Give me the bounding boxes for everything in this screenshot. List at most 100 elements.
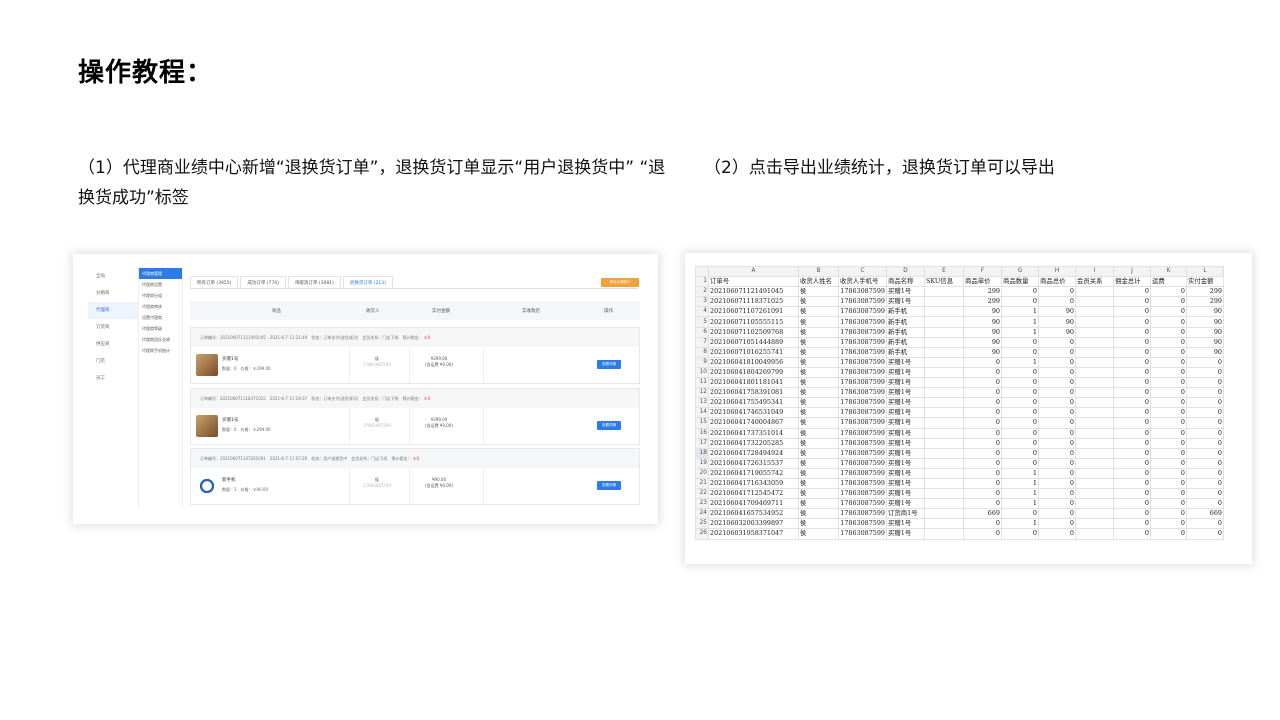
column-header[interactable]: L [1186, 265, 1224, 278]
sheet-cell[interactable]: 0 [1038, 346, 1076, 358]
sheet-cell[interactable]: 0 [1038, 417, 1076, 429]
sheet-cell[interactable] [924, 467, 964, 479]
sheet-cell[interactable]: 0 [963, 477, 1002, 490]
sheet-cell[interactable]: 0 [963, 377, 1002, 389]
menu-item-active[interactable]: 代理商 [88, 302, 138, 319]
row-number[interactable]: 3 [695, 296, 709, 308]
menu-item[interactable]: 订货商 [88, 319, 138, 336]
sheet-cell[interactable]: 0 [1113, 498, 1151, 510]
submenu-item[interactable]: 代理商团队业绩 [139, 334, 182, 345]
column-header[interactable]: H [1038, 265, 1076, 278]
sheet-cell[interactable]: 202106071107261091 [708, 306, 799, 318]
sheet-cell[interactable]: 0 [1186, 457, 1224, 469]
sheet-cell[interactable]: 新手机 [886, 346, 925, 358]
sheet-cell[interactable]: 202106041810049956 [708, 356, 799, 368]
sheet-cell[interactable]: 90 [1186, 336, 1224, 348]
sheet-cell[interactable] [1075, 417, 1114, 429]
sheet-cell[interactable]: 17863087599 [838, 498, 887, 510]
sheet-cell[interactable]: 0 [1113, 366, 1151, 379]
sheet-cell[interactable]: 0 [1150, 306, 1187, 318]
sheet-cell[interactable] [1075, 397, 1114, 409]
sheet-cell[interactable]: 0 [1001, 417, 1039, 429]
sheet-cell[interactable]: 侯 [798, 296, 839, 308]
sheet-cell[interactable]: 侯 [798, 498, 839, 510]
sheet-cell[interactable] [1075, 346, 1114, 358]
sheet-cell[interactable]: 0 [1150, 488, 1187, 500]
sheet-cell[interactable]: 商品名称 [886, 276, 925, 288]
column-header[interactable]: K [1150, 265, 1187, 278]
sheet-cell[interactable]: 17863087599 [838, 397, 887, 409]
sheet-cell[interactable]: 侯 [798, 377, 839, 389]
sheet-cell[interactable]: 202106041726315537 [708, 457, 799, 469]
view-detail-button[interactable]: 查看详情 [597, 481, 621, 490]
sheet-cell[interactable]: 299 [963, 286, 1002, 298]
sheet-cell[interactable]: 17863087599 [838, 296, 887, 308]
sheet-cell[interactable] [1075, 467, 1114, 479]
sheet-cell[interactable] [924, 316, 964, 328]
sheet-cell[interactable]: 侯 [798, 488, 839, 500]
sheet-cell[interactable]: 0 [1150, 437, 1187, 449]
sheet-cell[interactable]: 1 [1001, 498, 1039, 510]
row-number[interactable]: 8 [695, 346, 709, 358]
sheet-cell[interactable] [1075, 477, 1114, 490]
sheet-cell[interactable] [924, 528, 964, 540]
sheet-cell[interactable]: 0 [1113, 306, 1151, 318]
sheet-cell[interactable]: 0 [963, 387, 1002, 399]
sheet-cell[interactable]: 0 [1150, 377, 1187, 389]
sheet-cell[interactable]: 买赠1号 [886, 387, 925, 399]
sheet-cell[interactable]: 202106041728494924 [708, 447, 799, 459]
sheet-cell[interactable]: 202106041657534952 [708, 508, 799, 520]
sheet-cell[interactable]: 0 [1150, 477, 1187, 490]
sheet-cell[interactable]: 90 [963, 306, 1002, 318]
sheet-cell[interactable]: 0 [1186, 387, 1224, 399]
row-number[interactable]: 19 [695, 457, 709, 469]
sheet-cell[interactable]: 0 [1113, 356, 1151, 368]
sheet-cell[interactable]: 买赠1号 [886, 447, 925, 459]
sheet-cell[interactable]: 侯 [798, 437, 839, 449]
sheet-cell[interactable] [924, 518, 964, 530]
sheet-cell[interactable]: 买赠1号 [886, 477, 925, 490]
submenu-item[interactable]: 代理商分组 [139, 290, 182, 301]
sheet-cell[interactable]: 17863087599 [838, 306, 887, 318]
sheet-cell[interactable]: 202106071016255741 [708, 346, 799, 358]
sheet-cell[interactable]: 买赠1号 [886, 407, 925, 419]
row-number[interactable]: 25 [695, 518, 709, 530]
sheet-cell[interactable]: 0 [1001, 407, 1039, 419]
sheet-cell[interactable]: 90 [1186, 316, 1224, 328]
sheet-cell[interactable]: 0 [1113, 296, 1151, 308]
sheet-cell[interactable]: 202106032003399897 [708, 518, 799, 530]
sheet-cell[interactable]: 商品数量 [1001, 276, 1039, 288]
row-number[interactable]: 15 [695, 417, 709, 429]
sheet-cell[interactable]: 0 [1113, 417, 1151, 429]
sheet-cell[interactable] [1075, 356, 1114, 368]
sheet-cell[interactable]: 0 [1001, 366, 1039, 379]
sheet-cell[interactable]: 17863087599 [838, 377, 887, 389]
sheet-cell[interactable]: 侯 [798, 457, 839, 469]
column-header[interactable]: C [838, 265, 887, 278]
sheet-cell[interactable]: 0 [1186, 447, 1224, 459]
sheet-cell[interactable]: 侯 [798, 407, 839, 419]
menu-item[interactable]: 供应商 [88, 336, 138, 353]
menu-item[interactable]: 分销商 [88, 285, 138, 302]
sheet-cell[interactable] [1075, 508, 1114, 520]
sheet-cell[interactable]: 买赠1号 [886, 467, 925, 479]
sheet-cell[interactable]: 0 [1038, 467, 1076, 479]
column-header[interactable]: D [886, 265, 925, 278]
sheet-cell[interactable]: 侯 [798, 467, 839, 479]
sheet-cell[interactable] [924, 296, 964, 308]
row-number[interactable]: 9 [695, 356, 709, 368]
row-number[interactable]: 21 [695, 477, 709, 490]
sheet-cell[interactable]: 侯 [798, 356, 839, 368]
column-header[interactable]: G [1001, 265, 1039, 278]
sheet-cell[interactable]: 90 [963, 316, 1002, 328]
sheet-cell[interactable]: 17863087599 [838, 508, 887, 520]
sheet-cell[interactable]: 0 [1186, 477, 1224, 490]
sheet-cell[interactable]: 17863087599 [838, 518, 887, 530]
sheet-cell[interactable] [924, 346, 964, 358]
sheet-cell[interactable]: 0 [1150, 427, 1187, 439]
sheet-cell[interactable] [1075, 407, 1114, 419]
sheet-cell[interactable]: 1 [1001, 477, 1039, 490]
view-detail-button[interactable]: 查看详情 [597, 360, 621, 369]
menu-item[interactable]: 全局 [88, 268, 138, 285]
sheet-cell[interactable]: 1 [1001, 356, 1039, 368]
